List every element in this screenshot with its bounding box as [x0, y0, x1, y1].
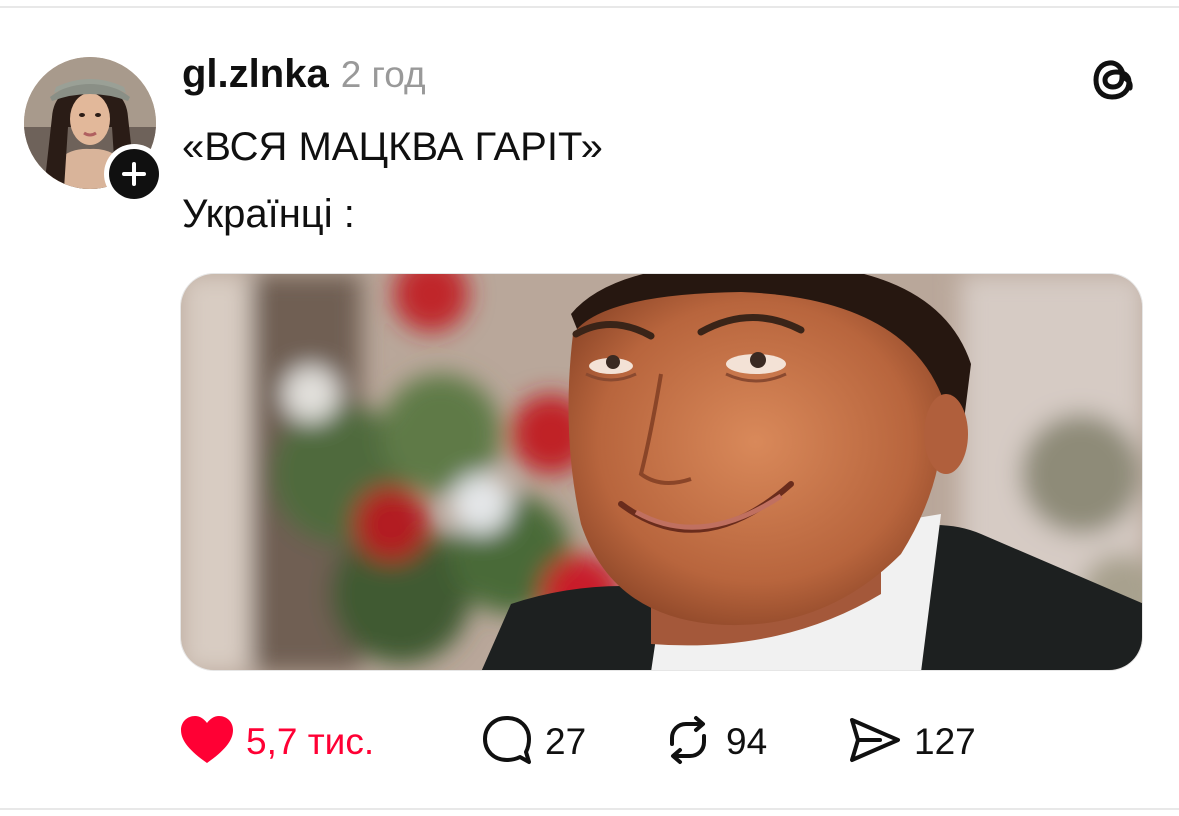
like-count: 5,7 тис.	[246, 721, 375, 762]
plus-icon	[109, 149, 159, 199]
threads-logo-icon[interactable]	[1087, 52, 1141, 106]
divider-top	[0, 6, 1179, 8]
speech-bubble-icon	[481, 714, 533, 771]
avatar-container[interactable]	[24, 57, 164, 204]
reply-button[interactable]: 27	[481, 712, 586, 772]
repost-button[interactable]: 94	[662, 712, 767, 772]
post-image[interactable]	[180, 273, 1143, 671]
heart-filled-icon	[180, 715, 234, 770]
repost-count: 94	[726, 721, 768, 762]
like-button[interactable]: 5,7 тис.	[180, 712, 374, 772]
share-button[interactable]: 127	[848, 712, 976, 772]
username[interactable]: gl.zlnka	[182, 52, 329, 97]
post-text-line-2: Українці :	[182, 192, 355, 236]
post-header: gl.zlnka 2 год	[182, 52, 426, 102]
follow-button[interactable]	[104, 144, 164, 204]
post-time: 2 год	[340, 54, 426, 95]
divider-bottom	[0, 808, 1179, 810]
reply-count: 27	[545, 721, 587, 762]
thread-post: gl.zlnka 2 год «ВСЯ МАЦКВА ГАРІТ» Україн…	[0, 0, 1179, 816]
share-count: 127	[914, 721, 976, 762]
post-text-line-1: «ВСЯ МАЦКВА ГАРІТ»	[182, 125, 603, 169]
paper-plane-icon	[848, 714, 902, 771]
repost-arrows-icon	[662, 714, 714, 771]
post-actions: 5,7 тис. 27 94 127	[0, 712, 1179, 772]
